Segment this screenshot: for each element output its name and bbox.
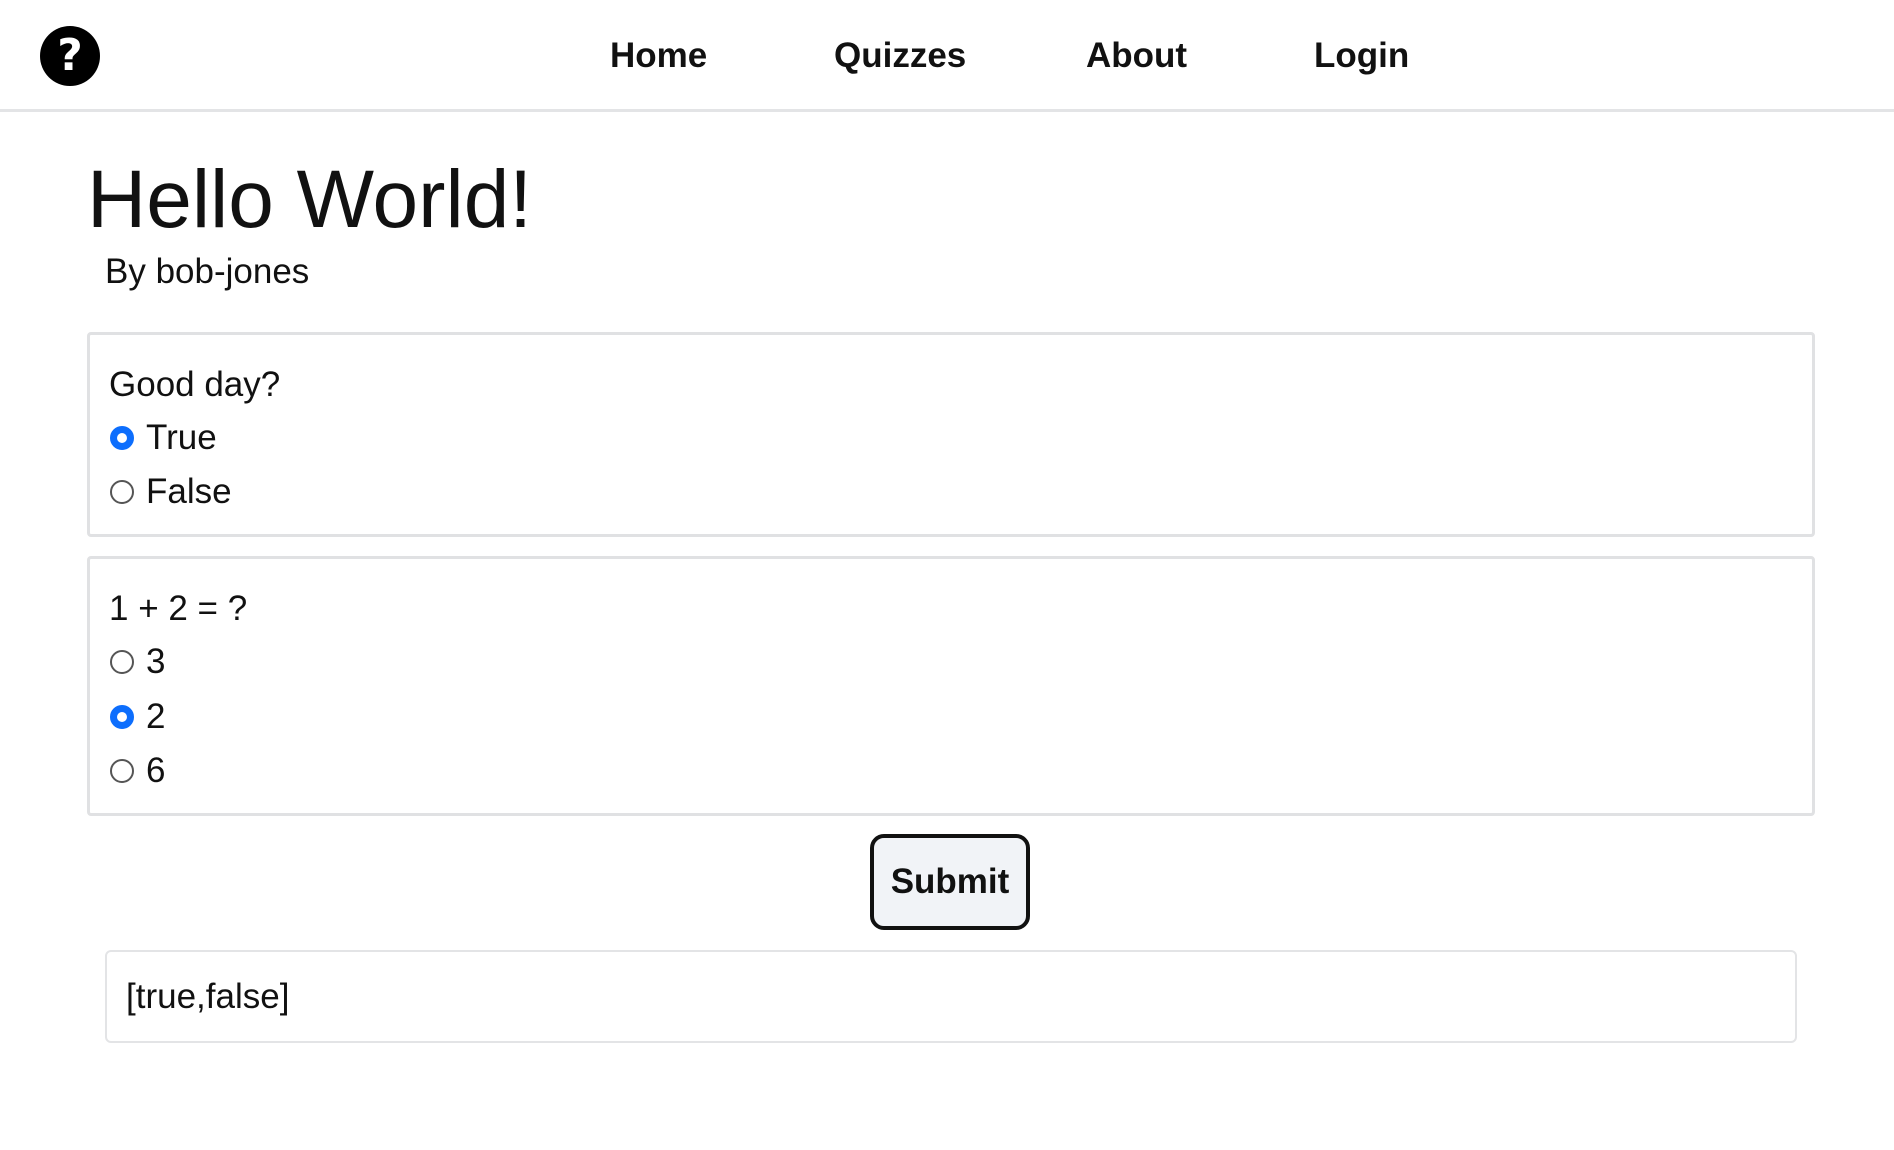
option-label: 6 xyxy=(146,751,166,790)
nav-link-quizzes[interactable]: Quizzes xyxy=(834,34,966,78)
radio-button-checked[interactable] xyxy=(110,426,134,450)
question-text: 1 + 2 = ? xyxy=(109,589,248,628)
question-text: Good day? xyxy=(109,365,281,404)
quiz-author: By bob-jones xyxy=(105,252,310,291)
question-card: 1 + 2 = ? 3 2 6 xyxy=(87,556,1815,816)
option-label: 3 xyxy=(146,642,166,681)
radio-button[interactable] xyxy=(110,759,134,783)
nav-link-home[interactable]: Home xyxy=(610,34,707,78)
question-card: Good day? True False xyxy=(87,332,1815,537)
option-label: 2 xyxy=(146,697,166,736)
answer-option-true[interactable]: True xyxy=(109,416,217,460)
answer-option-3[interactable]: 3 xyxy=(109,640,165,684)
option-label: False xyxy=(146,472,232,511)
result-output: [true,false] xyxy=(105,950,1797,1043)
answer-option-6[interactable]: 6 xyxy=(109,749,165,793)
option-label: True xyxy=(146,418,217,457)
radio-button[interactable] xyxy=(110,480,134,504)
quiz-title: Hello World! xyxy=(87,154,533,245)
nav-link-about[interactable]: About xyxy=(1086,34,1187,78)
nav-link-login[interactable]: Login xyxy=(1314,34,1409,78)
answer-option-false[interactable]: False xyxy=(109,470,232,514)
submit-button[interactable]: Submit xyxy=(870,834,1030,930)
answer-option-2[interactable]: 2 xyxy=(109,695,165,739)
question-mark-logo-icon[interactable]: ? xyxy=(40,26,100,86)
radio-button[interactable] xyxy=(110,650,134,674)
radio-button-checked[interactable] xyxy=(110,705,134,729)
top-navbar: ? Home Quizzes About Login xyxy=(0,0,1894,112)
